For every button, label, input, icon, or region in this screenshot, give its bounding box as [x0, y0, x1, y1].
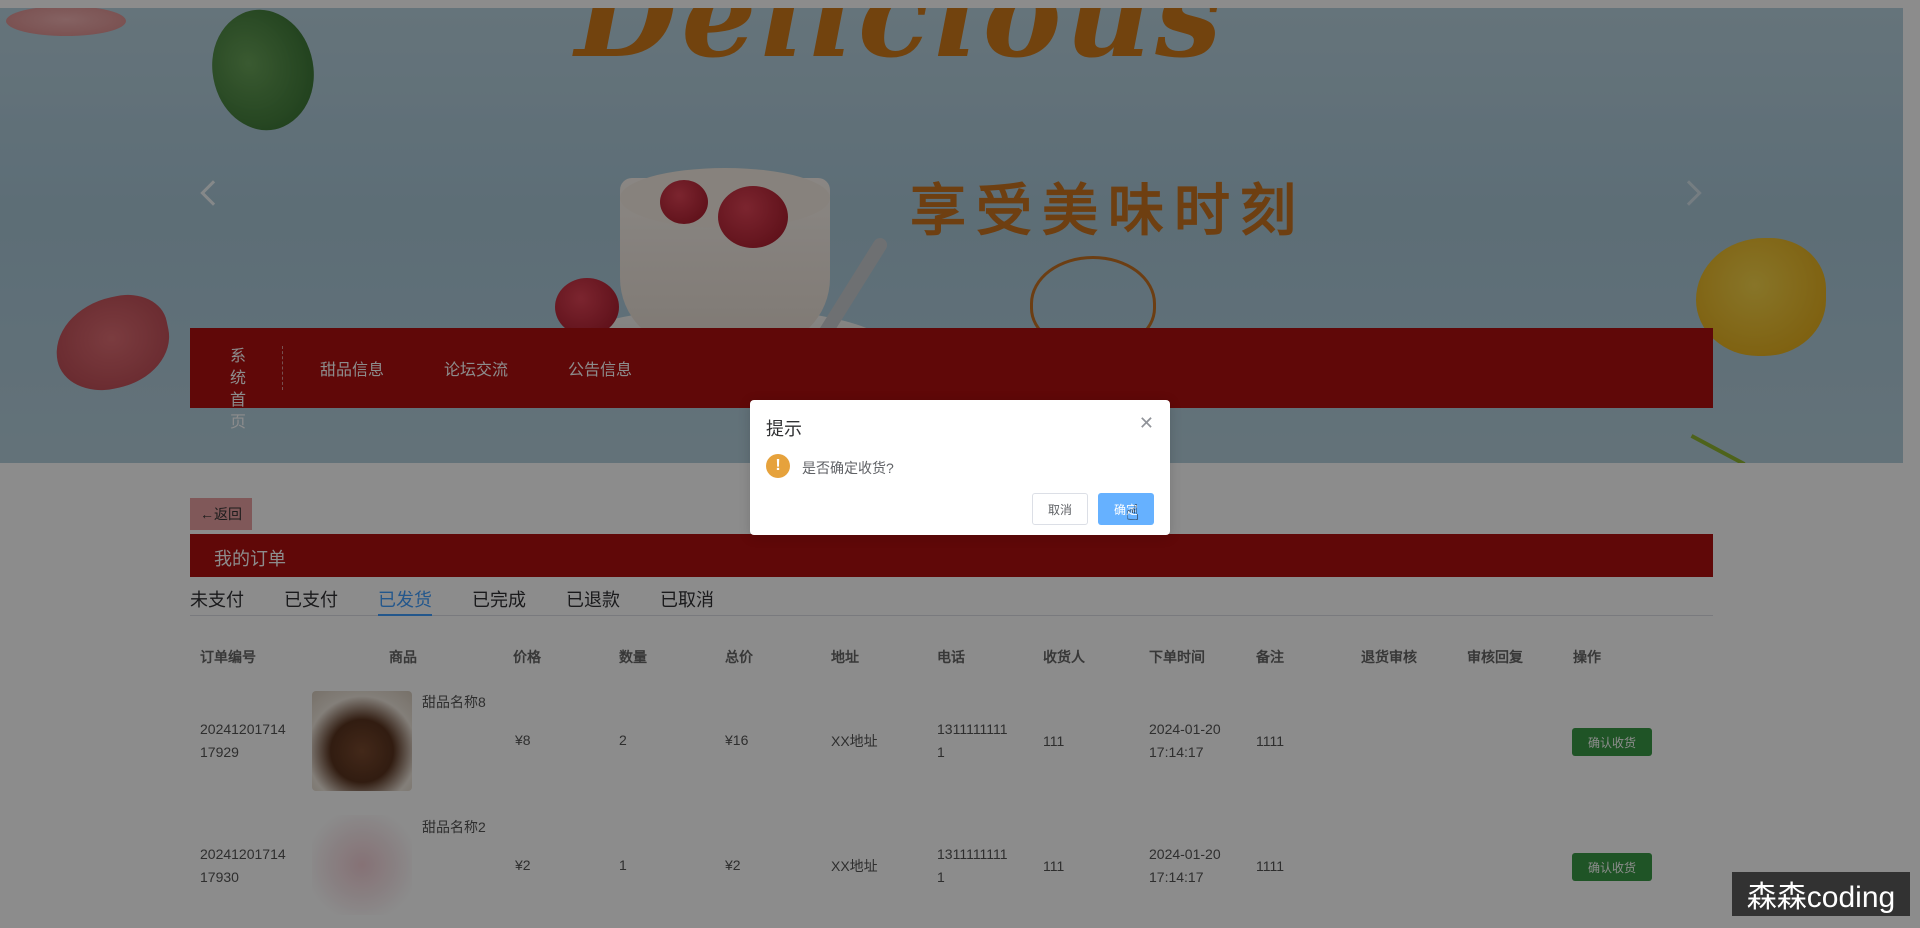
cancel-button[interactable]: 取消: [1032, 493, 1088, 525]
hand-cursor-icon: ☝: [1126, 500, 1140, 525]
confirm-dialog: 提示 ✕ ! 是否确定收货? 取消 确定 ☝: [750, 400, 1170, 535]
dialog-title: 提示: [766, 419, 802, 439]
warning-icon: !: [766, 454, 790, 478]
watermark: 森森coding: [1732, 872, 1910, 916]
close-icon[interactable]: ✕: [1139, 414, 1154, 432]
dialog-message: 是否确定收货?: [802, 460, 894, 476]
